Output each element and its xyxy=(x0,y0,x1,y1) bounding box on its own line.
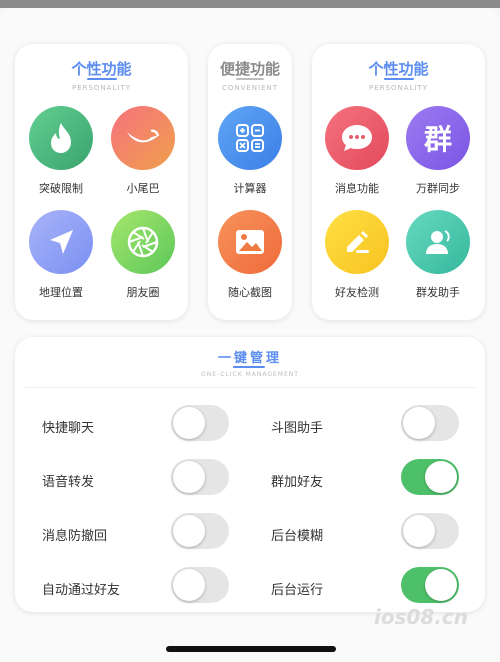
toggle-sticker-helper[interactable] xyxy=(401,405,459,441)
app-group-sync[interactable]: 群 万群同步 xyxy=(398,106,478,196)
app-label: 朋友圈 xyxy=(126,286,160,299)
title-underline xyxy=(87,78,117,80)
app-screenshot[interactable]: 随心截图 xyxy=(210,210,290,300)
home-indicator[interactable] xyxy=(166,646,336,652)
toggle-label-voice-forward: 语音转发 xyxy=(42,475,95,490)
image-icon xyxy=(218,210,282,274)
toggle-knob xyxy=(403,407,435,439)
toggle-voice-forward[interactable] xyxy=(171,459,229,495)
app-mass-send-helper[interactable]: 群发助手 xyxy=(398,210,478,300)
title-underline xyxy=(233,366,265,368)
app-label: 群发助手 xyxy=(416,286,460,299)
toggle-label-anti-recall: 消息防撤回 xyxy=(42,529,108,544)
app-little-tail[interactable]: 小尾巴 xyxy=(103,106,183,196)
toggle-knob xyxy=(425,461,457,493)
card-title: 便捷功能 xyxy=(219,60,280,78)
toggle-knob xyxy=(173,515,205,547)
toggle-label-background-blur: 后台模糊 xyxy=(271,529,324,544)
app-break-limit[interactable]: 突破限制 xyxy=(21,106,101,196)
card-subtitle: PERSONALITY xyxy=(71,84,131,92)
flame-icon xyxy=(29,106,93,170)
personality-card-right: 个性功能 PERSONALITY 消息功能 群 万群同步 好友检测 群发助手 xyxy=(312,44,485,320)
title-underline xyxy=(384,78,414,80)
card-subtitle: CONVENIENT xyxy=(221,84,279,92)
toggle-label-sticker-helper: 斗图助手 xyxy=(271,421,324,436)
app-label: 计算器 xyxy=(233,182,267,195)
app-calculator[interactable]: 计算器 xyxy=(210,106,290,196)
personality-card-left: 个性功能 PERSONALITY 突破限制 小尾巴 地理位置 朋友圈 xyxy=(15,44,188,320)
divider xyxy=(25,387,475,388)
aperture-icon xyxy=(111,210,175,274)
app-label: 随心截图 xyxy=(228,286,272,299)
toggle-label-background-run: 后台运行 xyxy=(271,583,324,598)
person-icon xyxy=(406,210,470,274)
calculator-icon xyxy=(218,106,282,170)
toggle-label-quick-chat: 快捷聊天 xyxy=(42,421,95,436)
toggle-knob xyxy=(173,407,205,439)
pencil-note-icon xyxy=(325,210,389,274)
toggle-auto-accept-friends[interactable] xyxy=(171,567,229,603)
toggle-knob xyxy=(425,569,457,601)
toggle-knob xyxy=(173,461,205,493)
status-strip xyxy=(0,0,500,8)
card-subtitle: PERSONALITY xyxy=(368,84,428,92)
card-title: 个性功能 xyxy=(368,60,429,78)
app-label: 地理位置 xyxy=(39,286,83,299)
toggle-anti-recall[interactable] xyxy=(171,513,229,549)
app-label: 突破限制 xyxy=(39,182,83,195)
convenient-card: 便捷功能 CONVENIENT 计算器 随心截图 xyxy=(208,44,292,320)
qun-glyph: 群 xyxy=(423,123,452,156)
watermark: ios08.cn xyxy=(373,605,468,629)
toggle-background-blur[interactable] xyxy=(401,513,459,549)
management-subtitle: ONE-CLICK MANAGEMENT xyxy=(201,371,299,378)
app-message-features[interactable]: 消息功能 xyxy=(317,106,397,196)
tail-icon xyxy=(111,106,175,170)
toggle-background-run[interactable] xyxy=(401,567,459,603)
title-underline xyxy=(236,78,264,80)
management-title: 一键管理 xyxy=(217,351,282,366)
toggle-knob xyxy=(173,569,205,601)
app-label: 小尾巴 xyxy=(126,182,160,195)
app-geo-location[interactable]: 地理位置 xyxy=(21,210,101,300)
toggle-label-auto-accept-friends: 自动通过好友 xyxy=(42,583,121,598)
qun-character-icon: 群 xyxy=(406,106,470,170)
toggle-quick-chat[interactable] xyxy=(171,405,229,441)
toggle-group-add-friends[interactable] xyxy=(401,459,459,495)
card-title: 个性功能 xyxy=(71,60,132,78)
app-label: 消息功能 xyxy=(335,182,379,195)
toggle-label-group-add-friends: 群加好友 xyxy=(271,475,324,490)
toggle-knob xyxy=(403,515,435,547)
location-arrow-icon xyxy=(29,210,93,274)
app-friend-check[interactable]: 好友检测 xyxy=(317,210,397,300)
app-label: 好友检测 xyxy=(335,286,379,299)
one-click-management-card: 一键管理 ONE-CLICK MANAGEMENT 快捷聊天 斗图助手 语音转发… xyxy=(15,337,485,612)
app-label: 万群同步 xyxy=(416,182,460,195)
app-moments[interactable]: 朋友圈 xyxy=(103,210,183,300)
chat-bubble-icon xyxy=(325,106,389,170)
